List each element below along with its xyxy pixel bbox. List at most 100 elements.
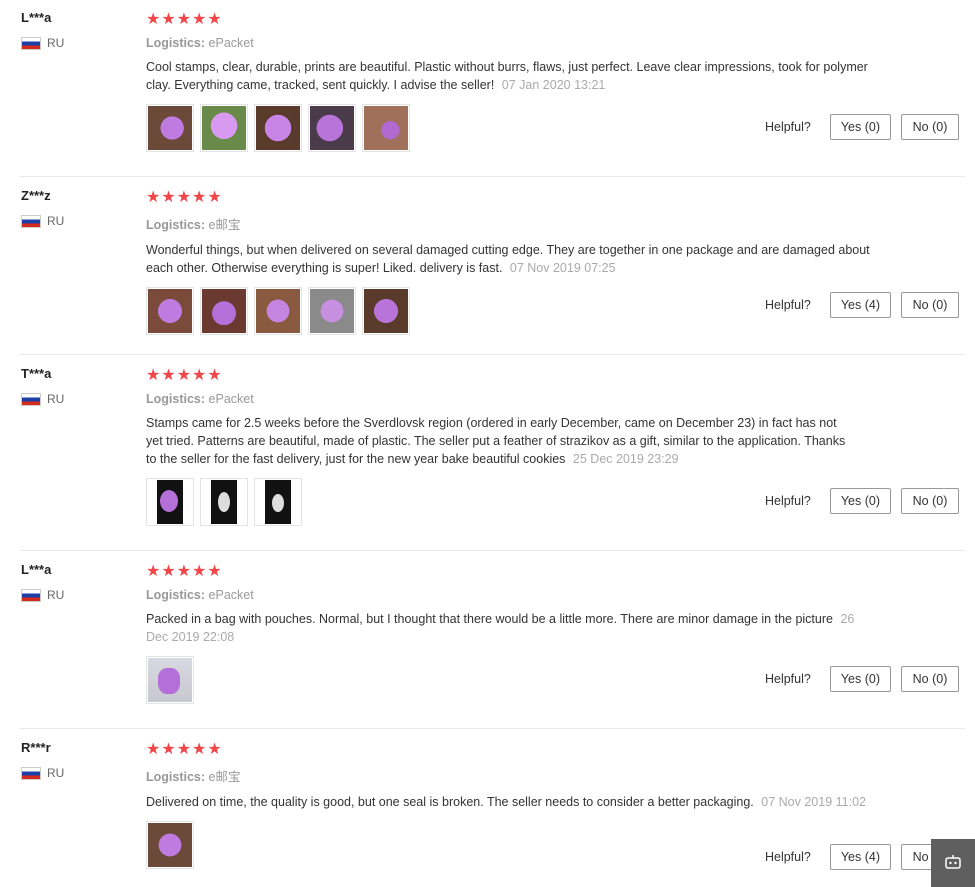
review-photo-thumbnail[interactable] [200, 478, 248, 526]
review-photo-thumbnail[interactable] [254, 287, 302, 335]
review-text: Delivered on time, the quality is good, … [146, 793, 871, 811]
review-photo-thumbnail[interactable] [200, 287, 248, 335]
review-content: ★★★★★ Logistics: ePacket Stamps came for… [146, 366, 856, 526]
review-item: R***r RU ★★★★★ Logistics: e邮宝 Delivered … [0, 730, 965, 887]
review-photos [146, 656, 866, 704]
helpful-no-button[interactable]: No (0) [901, 488, 959, 514]
logistics-label: Logistics: [146, 588, 206, 602]
reviewer-country: RU [21, 214, 64, 228]
review-date: 25 Dec 2019 23:29 [572, 452, 679, 466]
helpful-yes-button[interactable]: Yes (0) [829, 114, 891, 140]
review-item: L***a RU ★★★★★ Logistics: ePacket Packed… [0, 552, 965, 729]
russia-flag-icon [21, 392, 41, 406]
reviewer-info: L***a RU [21, 10, 64, 50]
review-photos [146, 287, 871, 335]
review-photo-thumbnail[interactable] [200, 104, 248, 152]
helpful-yes-button[interactable]: Yes (4) [829, 292, 891, 318]
review-photos [146, 104, 871, 152]
chat-widget-button[interactable] [931, 839, 975, 887]
logistics-label: Logistics: [146, 218, 206, 232]
review-photos [146, 478, 856, 526]
review-photo-thumbnail[interactable] [362, 104, 410, 152]
helpful-no-button[interactable]: No (0) [901, 114, 959, 140]
helpful-voting: Helpful? Yes (0) No (0) [765, 488, 959, 514]
reviewer-name: T***a [21, 366, 52, 381]
review-item: T***a RU ★★★★★ Logistics: ePacket Stamps… [0, 356, 965, 551]
review-text: Stamps came for 2.5 weeks before the Sve… [146, 414, 856, 468]
star-rating: ★★★★★ [146, 741, 223, 758]
logistics-info: Logistics: e邮宝 [146, 214, 871, 233]
review-photo-thumbnail[interactable] [146, 478, 194, 526]
review-photo-thumbnail[interactable] [254, 478, 302, 526]
logistics-value: ePacket [208, 392, 254, 406]
review-photo-thumbnail[interactable] [308, 104, 356, 152]
russia-flag-icon [21, 766, 41, 780]
review-photo-thumbnail[interactable] [308, 287, 356, 335]
review-photo-thumbnail[interactable] [254, 104, 302, 152]
helpful-no-button[interactable]: No (0) [901, 292, 959, 318]
russia-flag-icon [21, 588, 41, 602]
review-photo-thumbnail[interactable] [146, 821, 194, 869]
review-content: ★★★★★ Logistics: e邮宝 Wonderful things, b… [146, 188, 871, 335]
star-rating: ★★★★★ [146, 367, 223, 384]
reviewer-country: RU [21, 766, 64, 780]
logistics-info: Logistics: ePacket [146, 392, 856, 406]
helpful-yes-button[interactable]: Yes (0) [829, 488, 891, 514]
review-text: Cool stamps, clear, durable, prints are … [146, 58, 871, 94]
logistics-value: e邮宝 [208, 218, 241, 232]
country-code: RU [47, 588, 65, 602]
reviewer-country: RU [21, 36, 64, 50]
review-body: Stamps came for 2.5 weeks before the Sve… [146, 416, 846, 466]
helpful-yes-button[interactable]: Yes (0) [829, 666, 891, 692]
reviewer-country: RU [21, 392, 64, 406]
helpful-no-button[interactable]: No (0) [901, 666, 959, 692]
reviewer-name: R***r [21, 740, 51, 755]
review-date: 07 Nov 2019 07:25 [509, 261, 616, 275]
logistics-label: Logistics: [146, 392, 206, 406]
review-text: Packed in a bag with pouches. Normal, bu… [146, 610, 866, 646]
logistics-info: Logistics: ePacket [146, 588, 866, 602]
star-rating: ★★★★★ [146, 563, 223, 580]
review-photos [146, 821, 871, 869]
country-code: RU [47, 36, 65, 50]
russia-flag-icon [21, 36, 41, 50]
logistics-info: Logistics: e邮宝 [146, 766, 871, 785]
helpful-label: Helpful? [764, 120, 811, 134]
review-date: 07 Jan 2020 13:21 [501, 78, 606, 92]
helpful-label: Helpful? [764, 298, 811, 312]
review-photo-thumbnail[interactable] [146, 656, 194, 704]
review-content: ★★★★★ Logistics: e邮宝 Delivered on time, … [146, 740, 871, 869]
helpful-label: Helpful? [764, 672, 811, 686]
russia-flag-icon [21, 214, 41, 228]
logistics-info: Logistics: ePacket [146, 36, 871, 50]
country-code: RU [47, 766, 65, 780]
review-item: L***a RU ★★★★★ Logistics: ePacket Cool s… [0, 0, 965, 177]
review-body: Packed in a bag with pouches. Normal, bu… [146, 612, 833, 626]
star-rating: ★★★★★ [146, 189, 223, 206]
helpful-label: Helpful? [764, 850, 811, 864]
logistics-value: e邮宝 [208, 770, 241, 784]
divider [20, 550, 965, 551]
reviewer-country: RU [21, 588, 64, 602]
helpful-voting: Helpful? Yes (0) No (0) [765, 666, 959, 692]
review-photo-thumbnail[interactable] [362, 287, 410, 335]
reviewer-name: L***a [21, 562, 52, 577]
review-photo-thumbnail[interactable] [146, 104, 194, 152]
reviewer-name: L***a [21, 10, 52, 25]
logistics-label: Logistics: [146, 770, 206, 784]
helpful-voting: Helpful? Yes (4) No (0) [765, 844, 959, 870]
country-code: RU [47, 392, 65, 406]
review-body: Delivered on time, the quality is good, … [146, 795, 754, 809]
logistics-label: Logistics: [146, 36, 206, 50]
logistics-value: ePacket [208, 588, 254, 602]
review-text: Wonderful things, but when delivered on … [146, 241, 871, 277]
divider [20, 354, 965, 355]
divider [20, 728, 965, 729]
chat-robot-icon [945, 854, 961, 872]
review-photo-thumbnail[interactable] [146, 287, 194, 335]
helpful-voting: Helpful? Yes (0) No (0) [765, 114, 959, 140]
reviewer-info: Z***z RU [21, 188, 64, 228]
review-body: Wonderful things, but when delivered on … [146, 243, 870, 275]
helpful-yes-button[interactable]: Yes (4) [829, 844, 891, 870]
logistics-value: ePacket [208, 36, 254, 50]
